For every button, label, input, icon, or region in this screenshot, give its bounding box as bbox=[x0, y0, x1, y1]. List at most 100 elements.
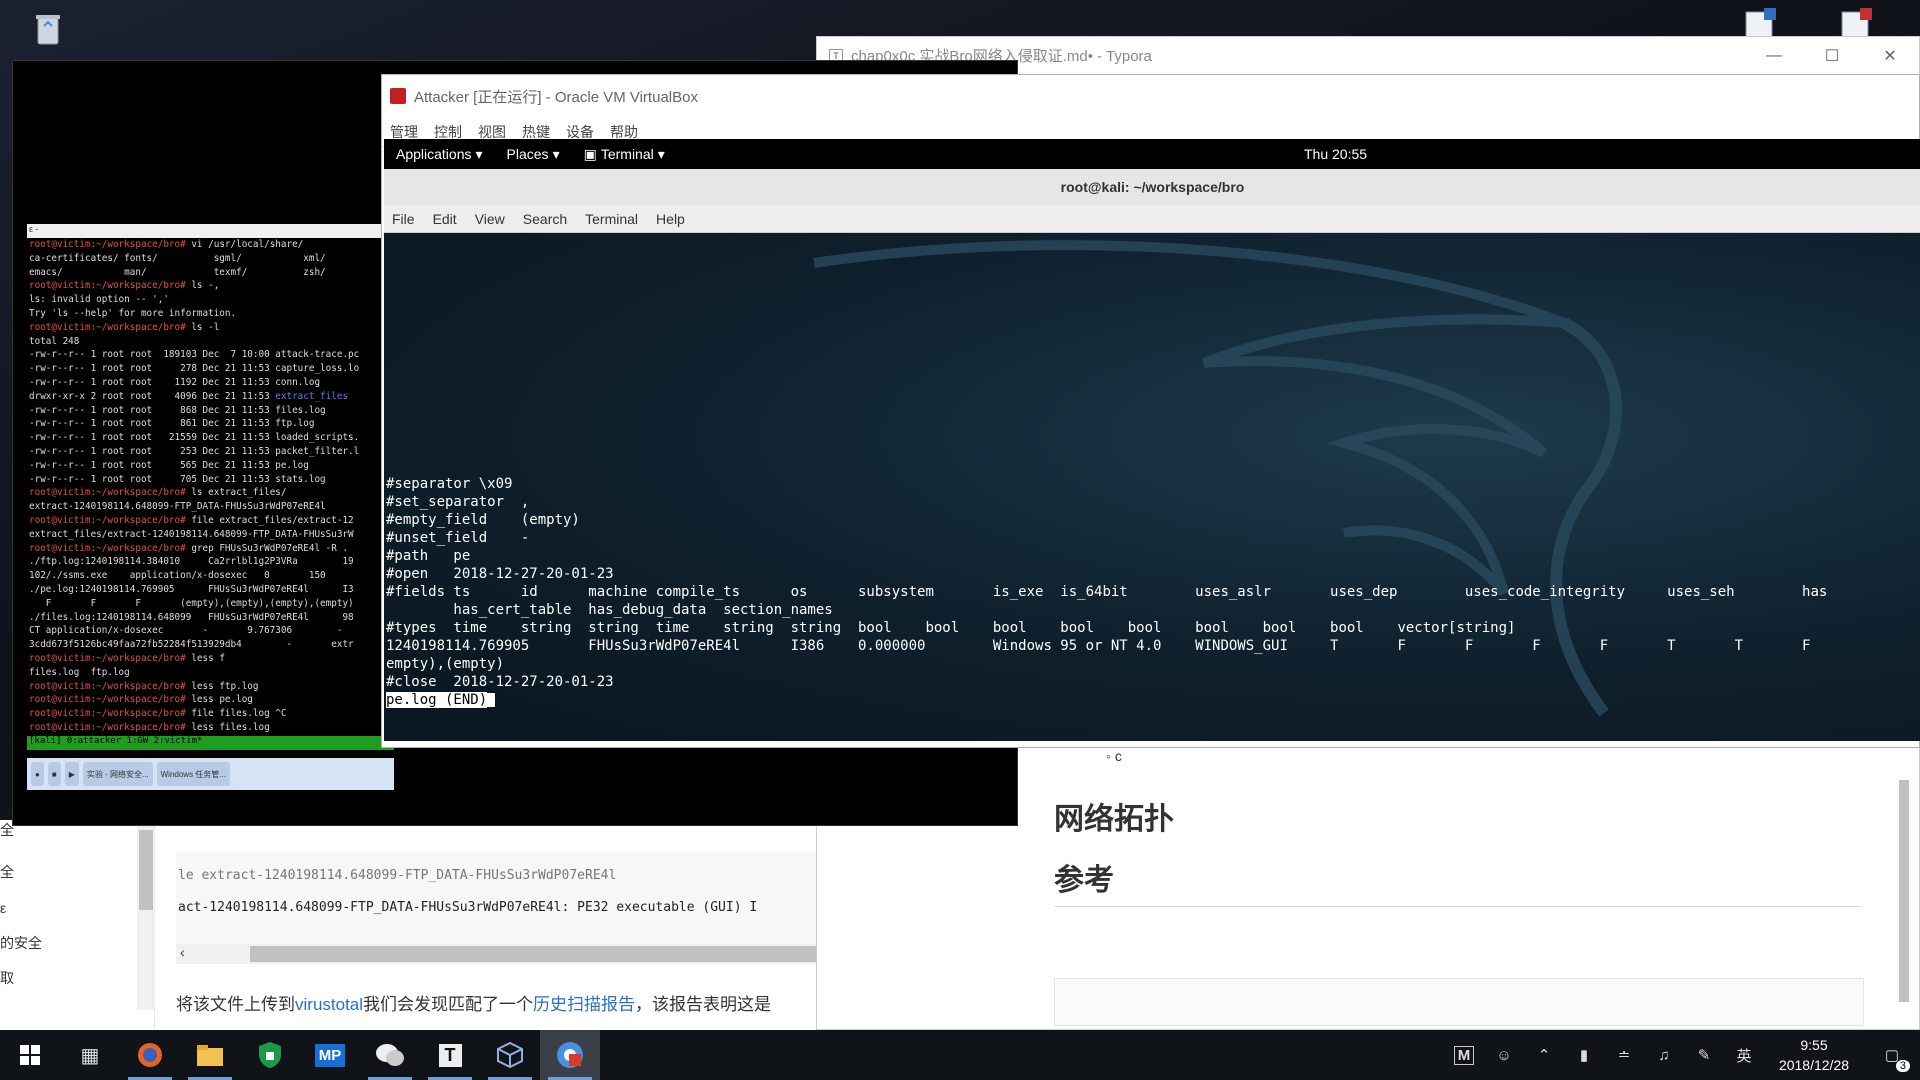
firefox-icon[interactable] bbox=[120, 1030, 180, 1080]
tmux-line: root@victim:~/workspace/bro# file files.… bbox=[29, 708, 287, 720]
tmux-line: ./pe.log:1240198114.769905 FHUsSu3rWdP07… bbox=[29, 583, 354, 595]
system-tray: M ☺ ⌃ ▮ ≐ ♫ ✎ 英 9:55 2018/12/28 ▢ 3 bbox=[1444, 1030, 1920, 1080]
applications-menu[interactable]: Applications ▾ bbox=[384, 146, 495, 163]
tmux-line: ./files.log:1240198114.648099 FHUsSu3rWd… bbox=[29, 611, 354, 623]
terminal-app-menu[interactable]: ▣ Terminal ▾ bbox=[572, 146, 677, 163]
recycle-bin-icon[interactable] bbox=[28, 8, 68, 48]
term-menu-help[interactable]: Help bbox=[656, 211, 685, 227]
minimize-icon[interactable]: — bbox=[1745, 47, 1803, 65]
tmux-line: root@victim:~/workspace/bro# less f bbox=[29, 652, 225, 664]
applications-label: Applications bbox=[396, 146, 472, 162]
media-icon[interactable]: ▶ bbox=[64, 762, 79, 786]
tmux-line: total 248 bbox=[29, 335, 80, 347]
m-app-tray-icon[interactable]: M bbox=[1444, 1045, 1484, 1065]
list-bullet-item: ◦ c bbox=[1106, 748, 1122, 764]
code-hscrollbar[interactable]: ‹ bbox=[176, 944, 816, 964]
term-menu-file[interactable]: File bbox=[392, 211, 415, 227]
tmux-line: -rw-r--r-- 1 root root 861 Dec 21 11:53 … bbox=[29, 418, 315, 430]
code-line: act-1240198114.648099-FTP_DATA-FHUsSu3rW… bbox=[178, 900, 758, 915]
pen-icon[interactable]: ✎ bbox=[1684, 1046, 1724, 1064]
gnome-clock[interactable]: Thu 20:55 bbox=[1304, 146, 1367, 162]
tmux-line: root@victim:~/workspace/bro# less files.… bbox=[29, 721, 276, 733]
virtualbox-window: Attacker [正在运行] - Oracle VM VirtualBox 管… bbox=[381, 74, 1920, 748]
guest-task-manager[interactable]: Windows 任务管... bbox=[156, 762, 230, 786]
heading-network-topology: 网络拓扑 bbox=[1054, 802, 1174, 837]
outline-item[interactable]: 全 bbox=[0, 862, 14, 882]
typora-taskbar-icon[interactable]: T bbox=[420, 1030, 480, 1080]
wifi-icon[interactable]: ≐ bbox=[1604, 1046, 1644, 1064]
mp-app-icon[interactable]: MP bbox=[300, 1030, 360, 1080]
terminal-line: #types time string string time string st… bbox=[386, 620, 1516, 636]
maximize-icon[interactable]: ☐ bbox=[1803, 46, 1861, 66]
terminal-titlebar[interactable]: root@kali: ~/workspace/bro bbox=[384, 169, 1920, 205]
task-view-icon[interactable]: ▦ bbox=[60, 1030, 120, 1080]
terminal-screen[interactable]: #separator \x09 #set_separator , #empty_… bbox=[384, 233, 1920, 741]
system-clock[interactable]: 9:55 2018/12/28 bbox=[1764, 1035, 1864, 1075]
scroll-left-icon[interactable]: ‹ bbox=[180, 944, 185, 960]
heading-divider bbox=[1054, 906, 1862, 907]
kali-terminal-window: root@kali: ~/workspace/bro File Edit Vie… bbox=[384, 169, 1920, 741]
battery-icon[interactable]: ▮ bbox=[1564, 1046, 1604, 1064]
tmux-line: root@victim:~/workspace/bro# ls -l bbox=[29, 321, 220, 333]
tmux-line: -rw-r--r-- 1 root root 21559 Dec 21 11:5… bbox=[29, 432, 360, 444]
volume-icon[interactable]: ♫ bbox=[1644, 1047, 1684, 1064]
outline-item[interactable]: 取 bbox=[0, 968, 14, 988]
tmux-line: -rw-r--r-- 1 root root 253 Dec 21 11:53 … bbox=[29, 445, 360, 457]
people-icon[interactable]: ☺ bbox=[1484, 1047, 1524, 1064]
terminal-output: #separator \x09 #set_separator , #empty_… bbox=[386, 475, 1827, 709]
typora-label: T bbox=[438, 1043, 462, 1067]
guest-task-browser[interactable]: 实验 - 网络安全... bbox=[82, 762, 153, 786]
terminal-line: empty),(empty) bbox=[386, 656, 505, 672]
para-text: ，该报告表明这是 bbox=[635, 995, 772, 1014]
terminal-line: #separator \x09 bbox=[386, 476, 513, 492]
para-text: 将该文件上传到 bbox=[176, 995, 295, 1014]
places-menu[interactable]: Places ▾ bbox=[495, 146, 572, 163]
terminal-line: #empty_field (empty) bbox=[386, 512, 580, 528]
terminal-label: Terminal bbox=[600, 146, 654, 162]
chevron-up-icon[interactable]: ⌃ bbox=[1524, 1046, 1564, 1064]
tmux-line: -rw-r--r-- 1 root root 705 Dec 21 11:53 … bbox=[29, 473, 326, 485]
chevron-down-icon: ▾ bbox=[657, 145, 665, 162]
tmux-line: ./ftp.log:1240198114.384010 Ca2rrlbl1g2P… bbox=[29, 556, 354, 568]
file-explorer-icon[interactable] bbox=[180, 1030, 240, 1080]
tmux-line: extract-1240198114.648099-FTP_DATA-FHUsS… bbox=[29, 501, 326, 513]
term-menu-search[interactable]: Search bbox=[523, 211, 567, 227]
term-menu-edit[interactable]: Edit bbox=[433, 211, 457, 227]
tmux-line: root@victim:~/workspace/bro# vi /usr/loc… bbox=[29, 239, 304, 250]
terminal-line: #unset_field - bbox=[386, 530, 530, 546]
tmux-line: root@victim:~/workspace/bro# less pe.log bbox=[29, 694, 253, 706]
less-end-indicator: pe.log (END) bbox=[386, 692, 488, 708]
chrome-taskbar-icon[interactable] bbox=[540, 1030, 600, 1080]
virtualbox-titlebar[interactable]: Attacker [正在运行] - Oracle VM VirtualBox bbox=[382, 75, 1919, 117]
notification-icon[interactable]: ▢ 3 bbox=[1864, 1046, 1920, 1072]
chevron-down-icon: ▾ bbox=[475, 145, 483, 162]
terminal-line: #fields ts id machine compile_ts os subs… bbox=[386, 584, 1828, 600]
windows-start-icon[interactable] bbox=[0, 1030, 60, 1080]
term-menu-view[interactable]: View bbox=[475, 211, 505, 227]
terminal-line: #open 2018-12-27-20-01-23 bbox=[386, 566, 614, 582]
ie-icon[interactable]: ● bbox=[31, 762, 44, 786]
outline-item[interactable]: ε bbox=[0, 900, 6, 916]
tmux-line: files.log ftp.log bbox=[29, 666, 130, 678]
outline-scrollbar[interactable] bbox=[137, 820, 155, 1010]
outline-item[interactable]: 的安全 bbox=[0, 933, 42, 953]
virustotal-link[interactable]: virustotal bbox=[295, 995, 363, 1014]
ime-indicator[interactable]: 英 bbox=[1724, 1045, 1764, 1066]
wechat-icon[interactable] bbox=[360, 1030, 420, 1080]
virtualbox-taskbar-icon[interactable] bbox=[480, 1030, 540, 1080]
tmux-titlebar: ε - bbox=[27, 224, 394, 238]
close-icon[interactable]: ✕ bbox=[1861, 46, 1919, 66]
virtualbox-title: Attacker [正在运行] - Oracle VM VirtualBox bbox=[414, 88, 698, 106]
terminal-line: #set_separator , bbox=[386, 494, 530, 510]
folder-icon[interactable]: ■ bbox=[47, 762, 61, 786]
shield-icon[interactable] bbox=[240, 1030, 300, 1080]
history-report-link[interactable]: 历史扫描报告 bbox=[533, 995, 635, 1014]
terminal-line: #close 2018-12-27-20-01-23 bbox=[386, 674, 614, 690]
typora-scrollbar[interactable] bbox=[1899, 780, 1909, 1002]
tmux-line: ca-certificates/ fonts/ sgml/ xml/ bbox=[29, 252, 326, 264]
tmux-line: root@victim:~/workspace/bro# ls extract_… bbox=[29, 487, 287, 499]
guest-taskbar: ● ■ ▶ 实验 - 网络安全... Windows 任务管... bbox=[27, 758, 394, 790]
term-menu-terminal[interactable]: Terminal bbox=[585, 211, 638, 227]
tmux-line: -rw-r--r-- 1 root root 1192 Dec 21 11:53… bbox=[29, 376, 321, 388]
tmux-line: -rw-r--r-- 1 root root 189103 Dec 7 10:0… bbox=[29, 349, 360, 361]
